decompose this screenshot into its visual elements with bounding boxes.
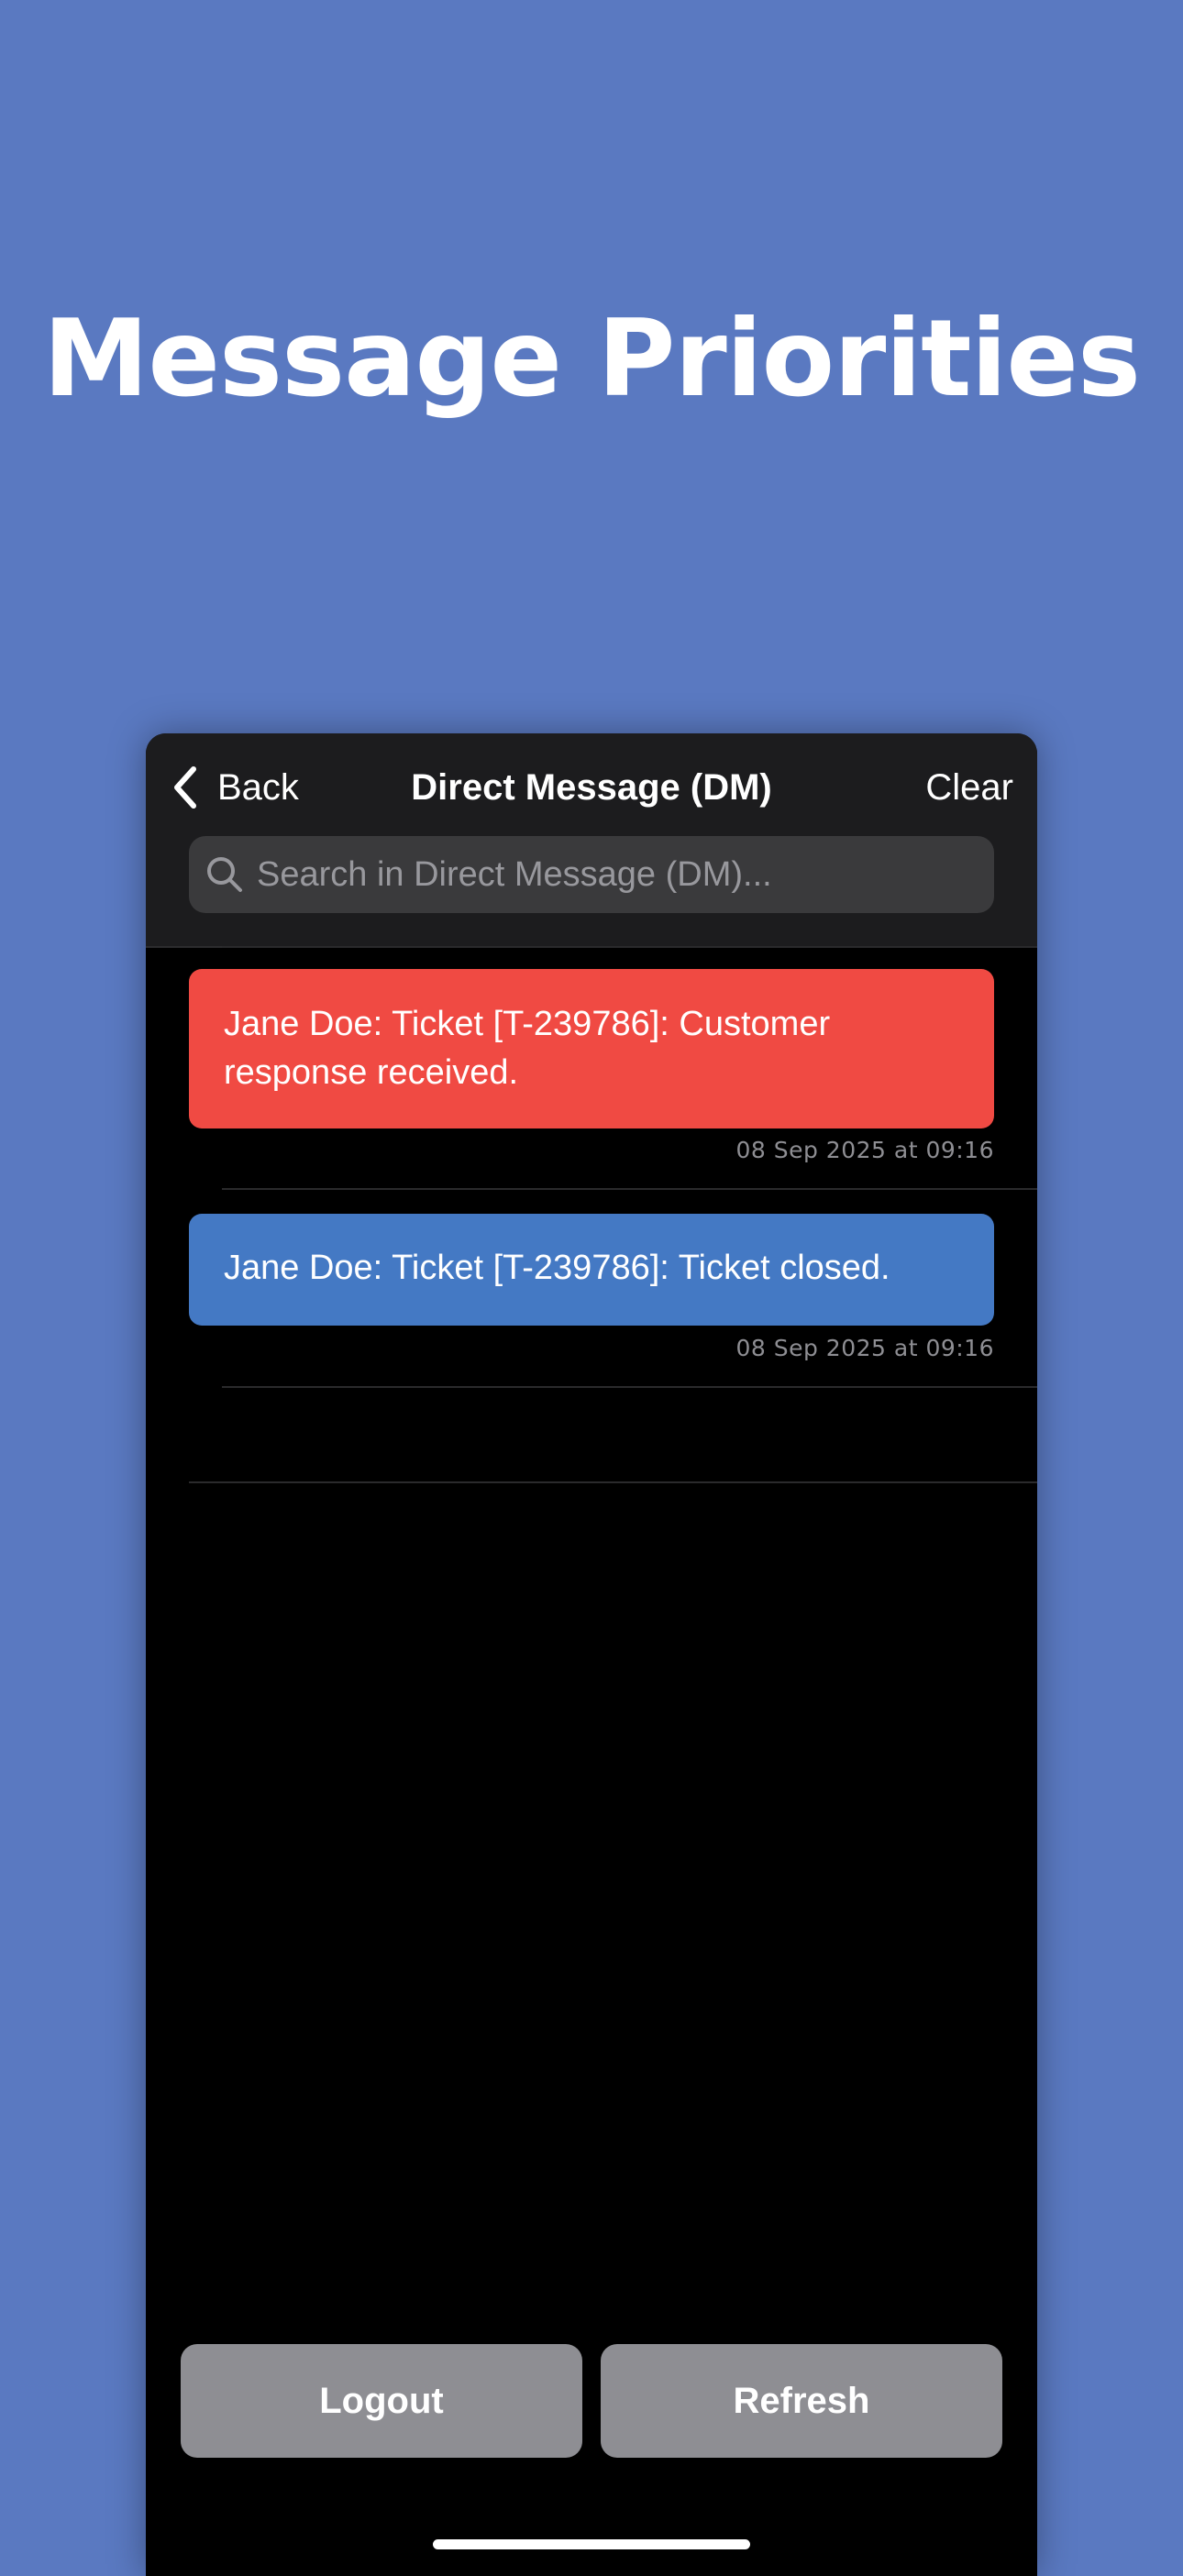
clear-button[interactable]: Clear <box>925 757 1013 818</box>
search-bar[interactable] <box>189 836 994 913</box>
home-indicator[interactable] <box>433 2539 750 2549</box>
back-button[interactable]: Back <box>170 757 299 818</box>
message-timestamp: 08 Sep 2025 at 09:16 <box>735 1137 994 1163</box>
divider <box>189 1481 1037 1483</box>
divider <box>222 1386 1037 1388</box>
divider <box>222 946 1037 948</box>
divider <box>222 1188 1037 1190</box>
navigation-bar: Back Direct Message (DM) Clear <box>146 733 1037 948</box>
search-icon <box>207 857 242 892</box>
chevron-left-icon <box>174 766 196 809</box>
logout-button[interactable]: Logout <box>181 2344 582 2458</box>
message-timestamp: 08 Sep 2025 at 09:16 <box>735 1335 994 1361</box>
page-title: Direct Message (DM) <box>411 767 772 808</box>
refresh-button[interactable]: Refresh <box>601 2344 1002 2458</box>
search-input[interactable] <box>257 836 994 913</box>
phone-screen: Back Direct Message (DM) Clear Jane Doe:… <box>146 733 1037 2576</box>
promo-headline: Message Priorities <box>42 297 1141 421</box>
back-label: Back <box>217 766 299 808</box>
message-bubble-high-priority[interactable]: Jane Doe: Ticket [T-239786]: Customer re… <box>189 969 994 1128</box>
message-bubble-normal-priority[interactable]: Jane Doe: Ticket [T-239786]: Ticket clos… <box>189 1214 994 1326</box>
